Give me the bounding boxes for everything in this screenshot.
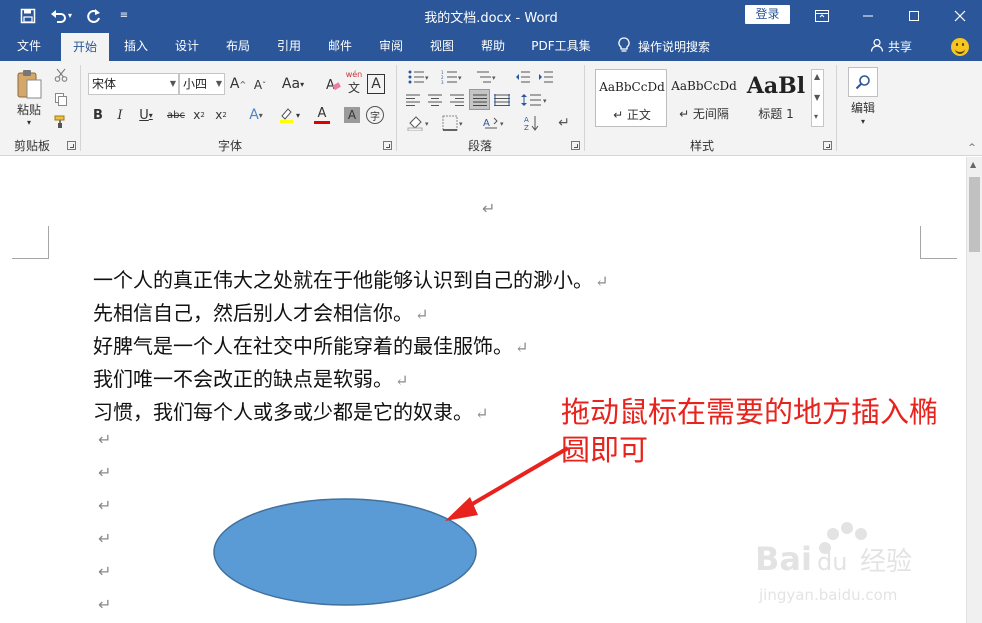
svg-text:Bai: Bai xyxy=(755,540,812,578)
svg-text:jingyan.baidu.com: jingyan.baidu.com xyxy=(758,586,897,604)
svg-text:du: du xyxy=(817,548,847,576)
scroll-up-icon[interactable]: ▲ xyxy=(970,160,976,169)
vertical-scrollbar[interactable]: ▲ xyxy=(966,157,982,623)
inserted-ellipse-shape[interactable] xyxy=(213,498,477,606)
annotation-arrow xyxy=(445,446,570,521)
annotation-text: 拖动鼠标在需要的地方插入椭圆即可 xyxy=(561,395,939,467)
baidu-jingyan-watermark: Bai du 经验 jingyan.baidu.com xyxy=(755,520,955,610)
scrollbar-thumb[interactable] xyxy=(969,177,980,252)
svg-text:经验: 经验 xyxy=(860,547,912,577)
